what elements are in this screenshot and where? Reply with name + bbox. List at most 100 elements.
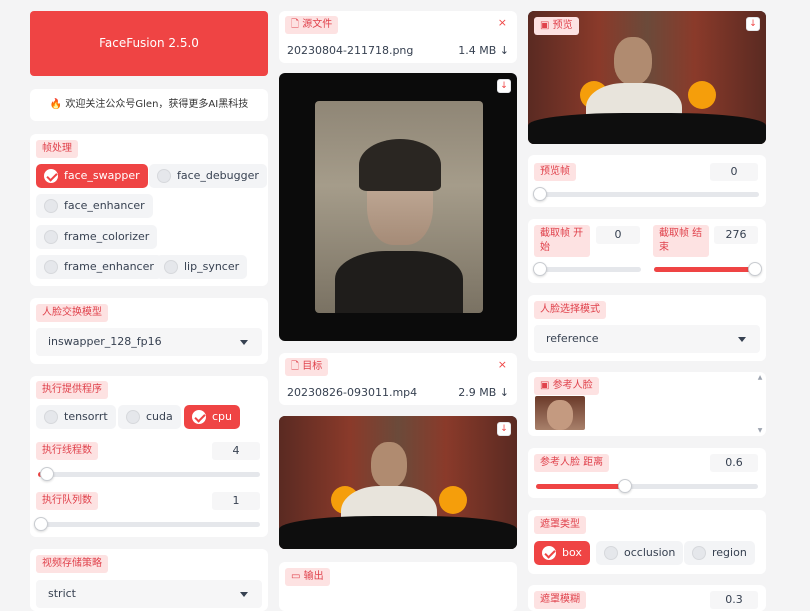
video-memory-strategy-label: 视频存储策略	[36, 555, 108, 573]
frame-processor-face-debugger[interactable]: face_debugger	[149, 164, 267, 188]
face-mask-blur-label: 遮罩模糊	[534, 591, 586, 609]
execution-thread-count-input[interactable]: 4	[212, 442, 260, 460]
execution-provider-cpu[interactable]: cpu	[184, 405, 241, 429]
target-lantern-right	[439, 486, 467, 514]
target-label: 🗋 目标	[285, 358, 329, 376]
face-mask-types-panel: 遮罩类型 box occlusion region	[528, 510, 766, 574]
preview-panel: ▣ 预览 ↓	[528, 11, 766, 144]
checkbox-icon	[44, 260, 58, 274]
trim-frame-end-label: 截取帧 结束	[653, 225, 709, 257]
slider-thumb[interactable]	[618, 479, 632, 493]
slider-thumb[interactable]	[748, 262, 762, 276]
execution-provider-tensorrt[interactable]: tensorrt	[36, 405, 116, 429]
reference-face-distance-input[interactable]: 0.6	[710, 454, 758, 472]
slider-thumb[interactable]	[34, 517, 48, 531]
target-file-size[interactable]: 2.9 MB ↓	[458, 386, 509, 399]
execution-panel: 执行提供程序 tensorrt cuda cpu 执行线程数 4 执行队列数 1	[30, 376, 268, 537]
trim-frame-start-input[interactable]: 0	[596, 226, 640, 244]
chevron-down-icon	[738, 337, 746, 342]
scroll-up-icon[interactable]: ▲	[756, 374, 764, 381]
face-mask-type-occlusion[interactable]: occlusion	[596, 541, 684, 565]
close-icon[interactable]: ×	[498, 358, 507, 371]
output-label: ▭ 输出	[285, 568, 330, 586]
execution-thread-count-slider[interactable]	[38, 467, 260, 481]
source-image	[315, 101, 483, 313]
reference-face-shape	[547, 400, 573, 430]
chevron-down-icon	[240, 592, 248, 597]
slider-thumb[interactable]	[533, 262, 547, 276]
face-mask-type-box[interactable]: box	[534, 541, 590, 565]
trim-frame-end-input[interactable]: 276	[714, 226, 758, 244]
reference-face-label: ▣ 参考人脸	[534, 377, 599, 395]
face-selector-mode-label: 人脸选择模式	[534, 301, 606, 319]
reference-face-thumbnail[interactable]	[535, 396, 585, 430]
execution-provider-cuda[interactable]: cuda	[118, 405, 181, 429]
frame-processor-lip-syncer[interactable]: lip_syncer	[156, 255, 248, 279]
face-mask-blur-input[interactable]: 0.3	[710, 591, 758, 609]
app-title: FaceFusion 2.5.0	[99, 36, 199, 50]
reference-face-distance-label: 参考人脸 距离	[534, 454, 610, 472]
target-person-head	[371, 442, 407, 488]
execution-queue-count-slider[interactable]	[34, 517, 260, 531]
frame-processor-frame-colorizer[interactable]: frame_colorizer	[36, 225, 158, 249]
frame-processor-face-swapper[interactable]: face_swapper	[36, 164, 148, 188]
source-file-name[interactable]: 20230804-211718.png	[287, 44, 413, 57]
face-mask-types-label: 遮罩类型	[534, 516, 586, 534]
frame-processor-face-enhancer[interactable]: face_enhancer	[36, 194, 153, 218]
frame-processor-frame-enhancer[interactable]: frame_enhancer	[36, 255, 162, 279]
preview-frame-input[interactable]: 0	[710, 163, 758, 181]
source-panel: 🗋 源文件 × 20230804-211718.png 1.4 MB ↓	[279, 11, 517, 63]
close-icon[interactable]: ×	[498, 16, 507, 29]
scrollbar[interactable]: ▲ ▼	[756, 374, 764, 434]
source-image-panel: ↓	[279, 73, 517, 341]
video-memory-strategy-panel: 视频存储策略 strict	[30, 549, 268, 611]
video-memory-strategy-select[interactable]: strict	[36, 580, 262, 608]
checkbox-icon	[692, 546, 706, 560]
image-icon: ▣	[540, 20, 553, 31]
trim-frame-start-slider[interactable]	[533, 262, 641, 276]
slider-thumb[interactable]	[533, 187, 547, 201]
source-file-size[interactable]: 1.4 MB ↓	[458, 44, 509, 57]
execution-queue-count-input[interactable]: 1	[212, 492, 260, 510]
frame-processors-panel: 帧处理 face_swapper face_debugger face_enha…	[30, 134, 268, 286]
checkbox-icon	[164, 260, 178, 274]
face-mask-blur-panel: 遮罩模糊 0.3	[528, 585, 766, 611]
file-icon: 🗋	[291, 361, 303, 372]
checkbox-icon	[44, 169, 58, 183]
face-swapper-model-label: 人脸交换模型	[36, 304, 108, 322]
face-mask-type-region[interactable]: region	[684, 541, 755, 565]
execution-thread-count-label: 执行线程数	[36, 442, 98, 460]
target-video-panel: ↓	[279, 416, 517, 549]
download-icon[interactable]: ↓	[497, 422, 511, 436]
scroll-down-icon[interactable]: ▼	[756, 427, 764, 434]
preview-label: ▣ 预览	[534, 17, 579, 35]
source-label: 🗋 源文件	[285, 16, 339, 34]
target-file-name[interactable]: 20230826-093011.mp4	[287, 386, 417, 399]
reference-face-distance-slider[interactable]	[536, 479, 758, 493]
chevron-down-icon	[240, 340, 248, 345]
preview-frame-panel: 预览帧 0	[528, 155, 766, 207]
trim-frame-end-slider[interactable]	[654, 262, 762, 276]
slider-fill	[654, 267, 758, 272]
video-icon: ▭	[291, 571, 304, 582]
face-swapper-model-panel: 人脸交换模型 inswapper_128_fp16	[30, 298, 268, 364]
checkbox-icon	[192, 410, 206, 424]
trim-frame-panel: 截取帧 开始 0 截取帧 结束 276	[528, 219, 766, 283]
face-selector-mode-select[interactable]: reference	[534, 325, 760, 353]
reference-face-distance-panel: 参考人脸 距离 0.6	[528, 448, 766, 498]
download-icon[interactable]: ↓	[746, 17, 760, 31]
preview-crowd	[528, 113, 766, 144]
download-icon[interactable]: ↓	[497, 79, 511, 93]
face-swapper-model-select[interactable]: inswapper_128_fp16	[36, 328, 262, 356]
output-panel: ▭ 输出	[279, 562, 517, 611]
app-title-banner: FaceFusion 2.5.0	[30, 11, 268, 76]
execution-queue-count-label: 执行队列数	[36, 492, 98, 510]
preview-frame-slider[interactable]	[533, 187, 759, 201]
target-crowd	[279, 516, 517, 549]
slider-thumb[interactable]	[40, 467, 54, 481]
preview-person-head	[614, 37, 652, 85]
checkbox-icon	[44, 230, 58, 244]
source-body	[335, 251, 463, 313]
preview-frame-label: 预览帧	[534, 163, 576, 181]
checkbox-icon	[44, 199, 58, 213]
